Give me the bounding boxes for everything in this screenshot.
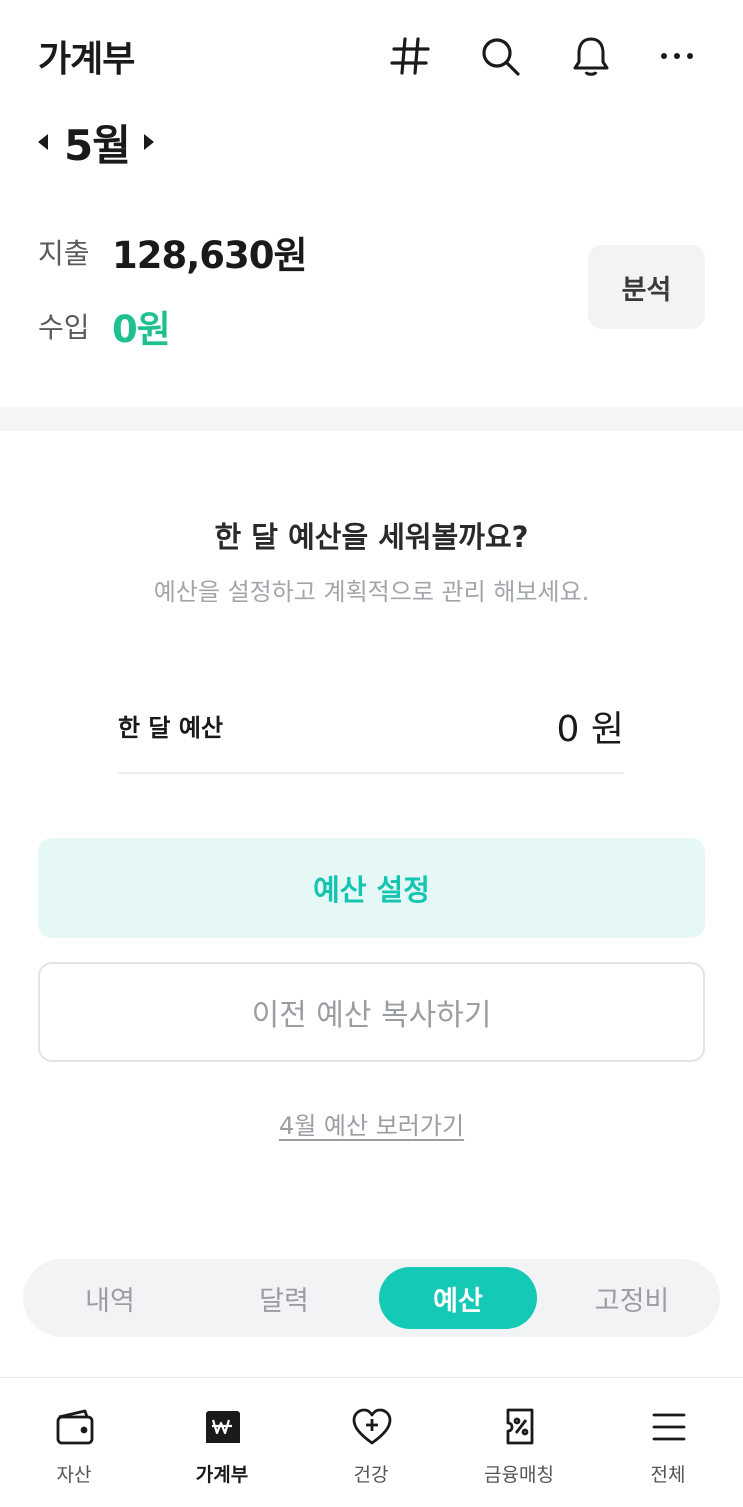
nav-item-financial-matching[interactable]: 금융매칭: [459, 1402, 579, 1498]
previous-budget-link[interactable]: 4월 예산 보러가기: [279, 1112, 464, 1140]
nav-item-all[interactable]: 전체: [608, 1402, 728, 1498]
menu-icon: [652, 1413, 686, 1441]
monthly-budget-field[interactable]: 한 달 예산 0 원: [118, 690, 624, 774]
previous-budget-link-row: 4월 예산 보러가기: [0, 1106, 743, 1141]
nav-label-ledger: 가계부: [195, 1464, 249, 1486]
monthly-budget-value: 0 원: [556, 709, 624, 750]
set-budget-button[interactable]: 예산 설정: [38, 838, 705, 938]
nav-label-health: 건강: [353, 1464, 389, 1486]
analysis-button[interactable]: 분석: [588, 245, 705, 329]
prev-month-arrow[interactable]: [38, 134, 48, 150]
expense-value: 128,630원: [112, 234, 308, 277]
income-row[interactable]: 수입 0원: [38, 296, 307, 356]
budget-title: 한 달 예산을 세워볼까요?: [214, 520, 529, 554]
nav-item-health[interactable]: 건강: [311, 1402, 431, 1498]
expense-row[interactable]: 지출 128,630원: [38, 222, 308, 282]
nav-item-assets[interactable]: 자산: [14, 1402, 134, 1498]
nav-label-assets: 자산: [56, 1464, 92, 1486]
section-divider: [0, 407, 743, 431]
ledger-icon: [206, 1411, 240, 1443]
nav-item-ledger[interactable]: 가계부: [162, 1402, 282, 1498]
tab-fixed-cost[interactable]: 고정비: [553, 1267, 711, 1329]
coupon-icon: [506, 1408, 534, 1445]
wallet-icon: [56, 1409, 94, 1445]
copy-previous-budget-button[interactable]: 이전 예산 복사하기: [38, 962, 705, 1062]
page-title: 가계부: [38, 39, 135, 80]
more-icon[interactable]: [653, 32, 701, 80]
month-selector: 5월: [38, 112, 154, 172]
ledger-segment-tabs: 내역 달력 예산 고정비: [23, 1259, 720, 1337]
income-value: 0원: [112, 308, 171, 351]
nav-label-financial-matching: 금융매칭: [484, 1464, 554, 1486]
hashtag-icon[interactable]: [386, 32, 434, 80]
heart-plus-icon: [352, 1408, 392, 1445]
budget-subtitle: 예산을 설정하고 계획적으로 관리 해보세요.: [153, 578, 590, 606]
current-month[interactable]: 5월: [64, 112, 131, 173]
app-header: 가계부: [0, 0, 743, 110]
bell-icon[interactable]: [567, 32, 615, 80]
next-month-arrow[interactable]: [143, 134, 154, 150]
month-summary: 지출 128,630원 수입 0원: [38, 222, 308, 370]
tab-history[interactable]: 내역: [31, 1267, 189, 1329]
nav-label-all: 전체: [650, 1464, 686, 1486]
tab-calendar[interactable]: 달력: [205, 1267, 363, 1329]
income-label: 수입: [38, 311, 90, 344]
expense-label: 지출: [38, 237, 90, 270]
monthly-budget-label: 한 달 예산: [118, 714, 224, 742]
search-icon[interactable]: [476, 32, 524, 80]
bottom-nav: 자산 가계부 건강 금융매칭 전체: [0, 1377, 743, 1507]
tab-budget[interactable]: 예산: [379, 1267, 537, 1329]
